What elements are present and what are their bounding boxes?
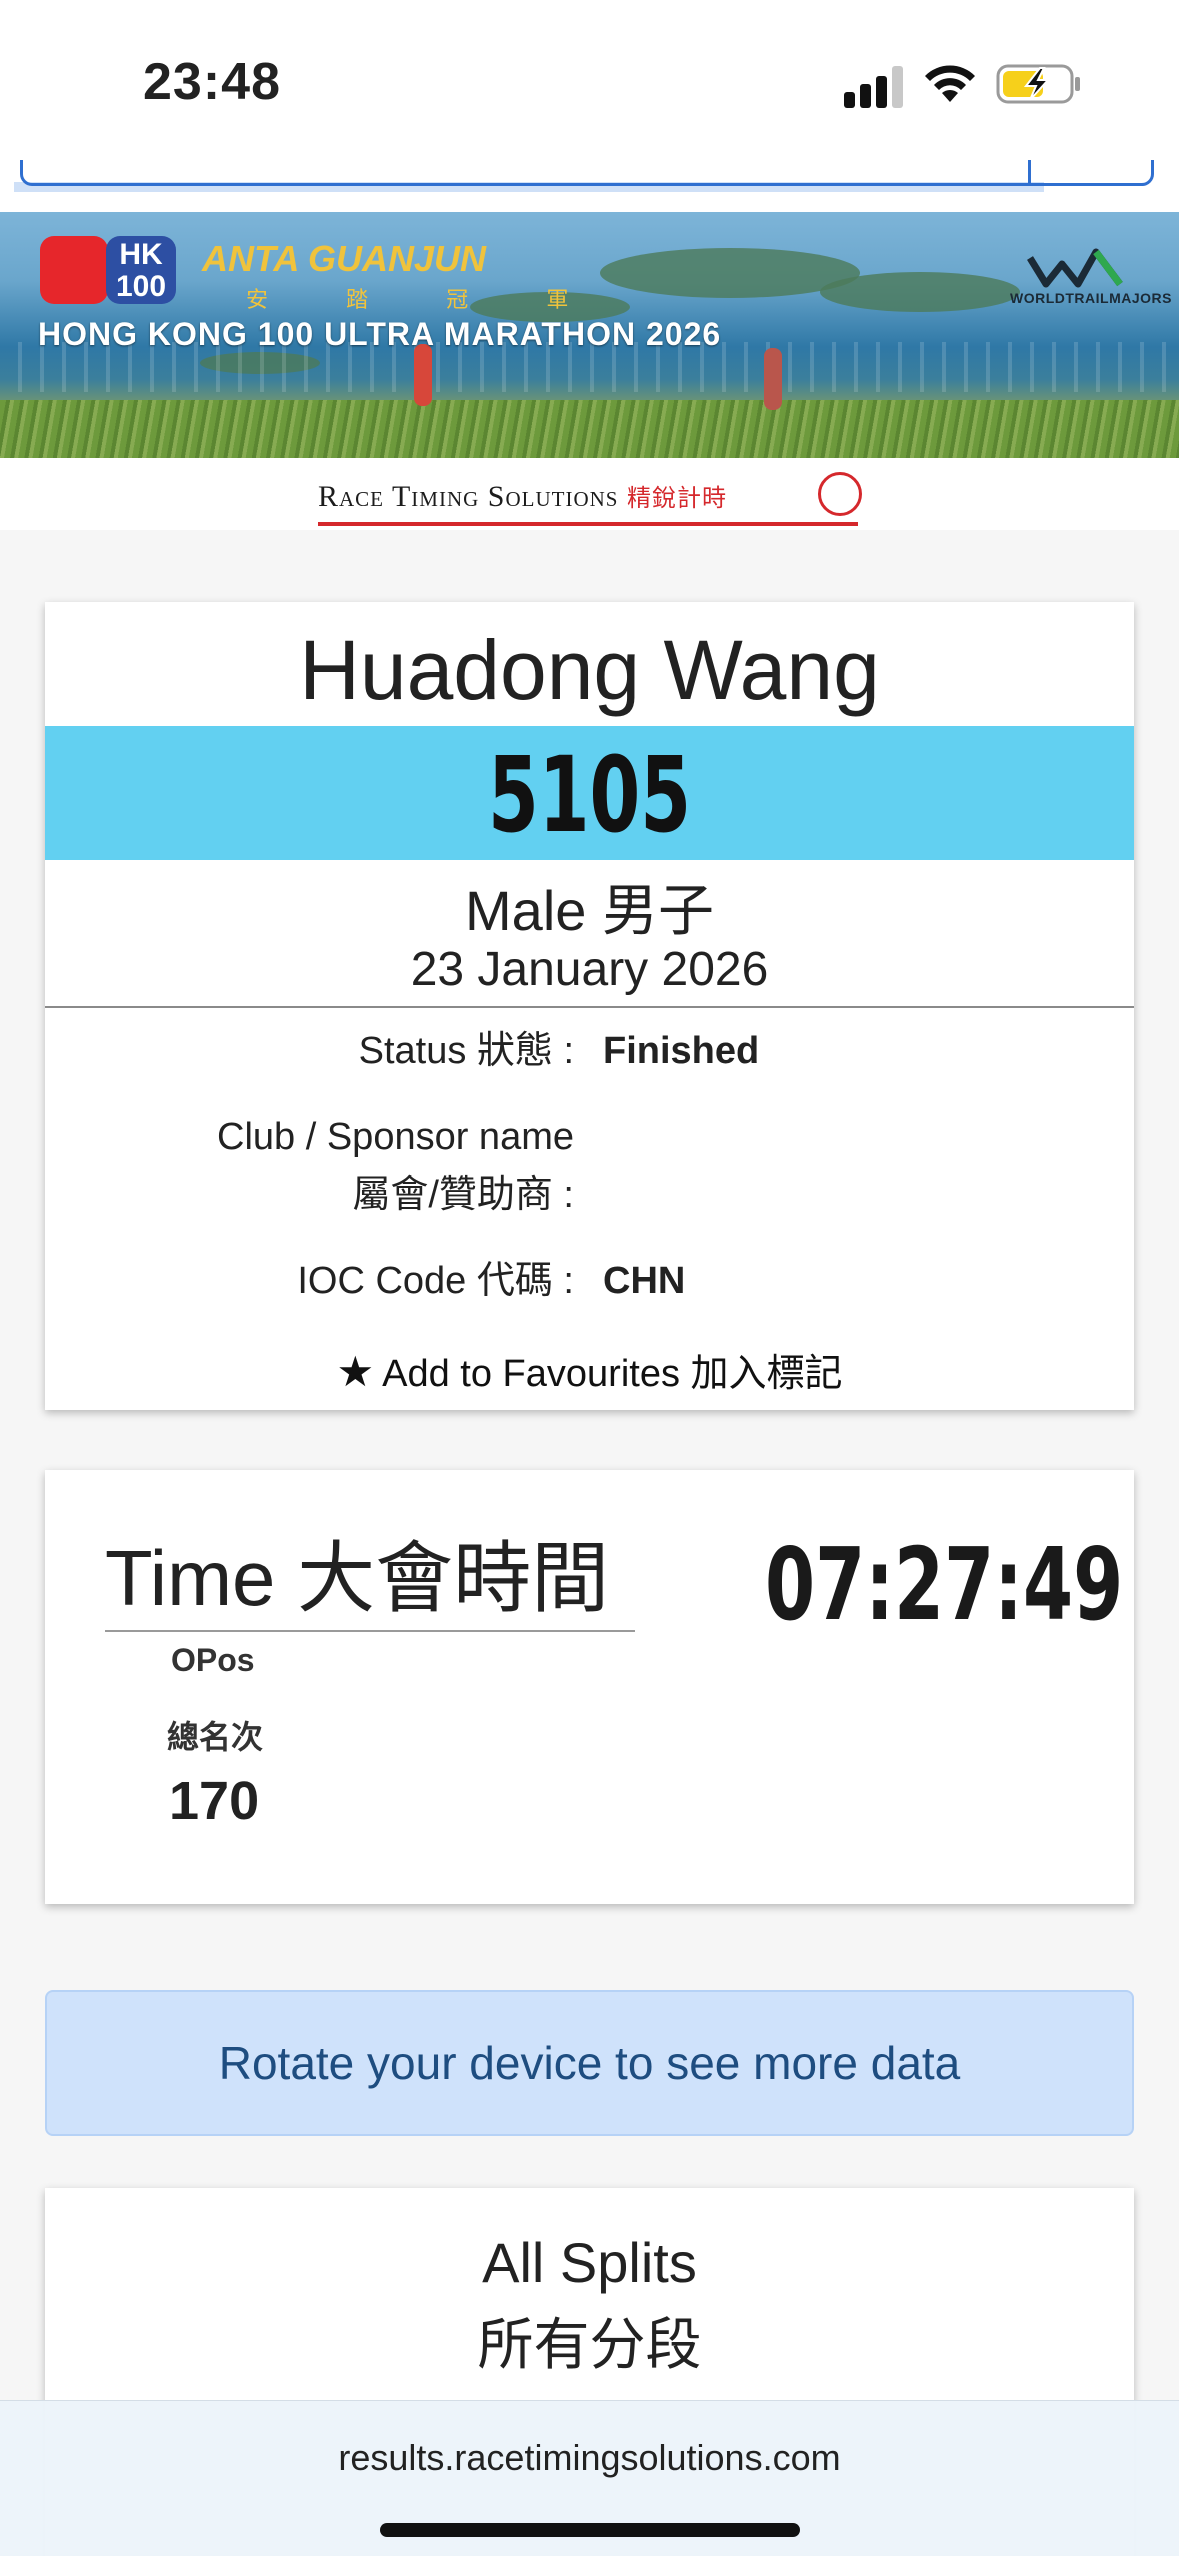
- address-divider: [1028, 160, 1031, 184]
- runner-figure: [414, 344, 432, 406]
- add-to-favourites-label: Add to Favourites 加入標記: [382, 1353, 843, 1395]
- status-label: Status 狀態 :: [358, 1030, 574, 1072]
- gender-category: Male 男子: [465, 879, 714, 942]
- timing-logo: Race Timing Solutions 精銳計時: [318, 478, 727, 514]
- status-bar: 23:48: [0, 0, 1179, 160]
- divider: [45, 1006, 1134, 1008]
- hk100-logo: HK 100: [40, 236, 178, 304]
- battery-charging-icon: [996, 64, 1080, 104]
- race-date: 23 January 2026: [410, 943, 769, 996]
- clock-icon: [818, 472, 862, 516]
- finish-time: 07:27:49: [765, 1526, 1124, 1643]
- runner-figure: [764, 348, 782, 410]
- splits-title: All Splits: [482, 2231, 697, 2294]
- timing-logo-strip: Race Timing Solutions 精銳計時: [0, 458, 1179, 530]
- star-icon: ★: [336, 1348, 375, 1395]
- ioc-label: IOC Code 代碼 :: [297, 1260, 574, 1302]
- runner-logo-icon: [40, 236, 108, 304]
- home-indicator[interactable]: [380, 2523, 800, 2537]
- club-label-line1: Club / Sponsor name: [217, 1116, 574, 1158]
- event-banner: HK 100 ANTA GUANJUN 安 踏 冠 軍 HONG KONG 10…: [0, 212, 1179, 458]
- overall-position-label: OPos: [171, 1642, 255, 1678]
- result-card: Time 大會時間 07:27:49 OPos 總名次 170: [45, 1470, 1134, 1904]
- browser-bottom-bar: results.racetimingsolutions.com: [0, 2400, 1179, 2556]
- url-display[interactable]: results.racetimingsolutions.com: [0, 2437, 1179, 2479]
- bib-band: 5105: [45, 726, 1134, 860]
- ioc-value: CHN: [603, 1260, 686, 1302]
- wifi-icon: [925, 65, 975, 102]
- rotate-device-notice: Rotate your device to see more data: [45, 1990, 1134, 2136]
- sponsor-logo: ANTA GUANJUN: [202, 238, 486, 279]
- address-bar-remnant: [0, 160, 1179, 212]
- island-shape: [820, 272, 1020, 312]
- cellular-signal-icon: [844, 64, 906, 108]
- timing-logo-text-cn: 精銳計時: [626, 486, 727, 512]
- athlete-name: Huadong Wang: [299, 623, 880, 717]
- address-field-edge[interactable]: [20, 160, 1154, 186]
- club-label-line2: 屬會/贊助商 :: [352, 1174, 574, 1216]
- status-time: 23:48: [143, 53, 281, 111]
- sponsor-logo-cn: 安 踏 冠 軍: [246, 287, 605, 312]
- overall-position-label-cn: 總名次: [167, 1719, 264, 1755]
- hk100-logo-text: HK 100: [106, 236, 176, 304]
- timing-logo-underline: [318, 522, 858, 526]
- world-trail-majors-logo-icon: [1027, 248, 1123, 288]
- add-to-favourites-link[interactable]: ★ Add to Favourites 加入標記: [45, 1342, 1134, 1397]
- time-title: Time 大會時間: [105, 1516, 635, 1632]
- overall-position-value: 170: [169, 1771, 260, 1831]
- splits-title-cn: 所有分段: [477, 2313, 702, 2376]
- status-value: Finished: [603, 1030, 760, 1072]
- bib-number: 5105: [487, 734, 692, 856]
- athlete-card: Huadong Wang 5105 Male 男子 23 January 202…: [45, 602, 1134, 1410]
- timing-logo-text: Race Timing Solutions: [318, 480, 619, 513]
- event-title: HONG KONG 100 ULTRA MARATHON 2026: [38, 316, 722, 352]
- world-trail-majors-text: WORLDTRAILMAJORS: [1010, 290, 1172, 306]
- grass-texture: [0, 400, 1179, 458]
